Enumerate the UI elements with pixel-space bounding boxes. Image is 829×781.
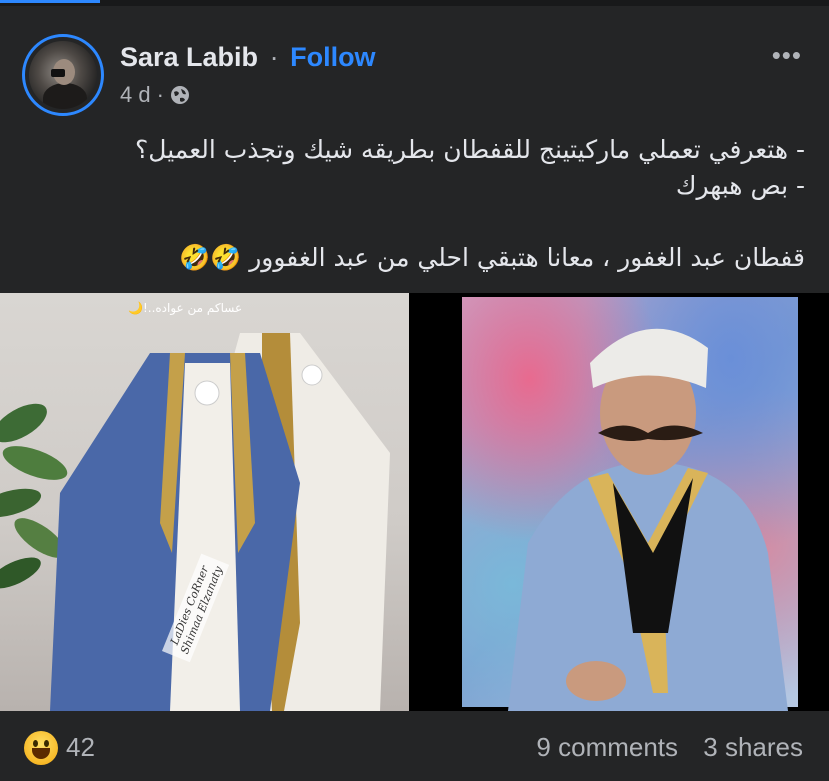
author-avatar[interactable] (22, 34, 104, 116)
image-caption: عساكم من عواده..!🌙 (128, 301, 243, 315)
shares-count[interactable]: 3 shares (703, 732, 803, 762)
post-text-line: - هتعرفي تعملي ماركيتينج للقفطان بطريقه … (135, 135, 805, 164)
more-options-button[interactable]: ••• (772, 40, 802, 71)
follow-button[interactable]: Follow (290, 42, 375, 72)
author-row: Sara Labib · Follow (120, 42, 376, 73)
post-text-blank-line (25, 204, 805, 240)
reaction-count[interactable]: 42 (66, 732, 95, 763)
post-timestamp[interactable]: 4 d (120, 82, 151, 108)
engagement-stats: 9 comments 3 shares (536, 732, 803, 763)
active-tab-indicator (0, 0, 100, 3)
hand-shape (566, 661, 626, 701)
portrait-illustration (508, 328, 788, 711)
post-text-line: قفطان عبد الغفور ، معانا هتبقي احلي من ع… (179, 243, 805, 272)
portrait-photo[interactable] (418, 293, 829, 711)
emoji-mouth (32, 748, 50, 759)
post-footer: 42 9 comments 3 shares (0, 715, 829, 781)
caftan-illustration (0, 333, 390, 711)
meta-separator: · (156, 82, 164, 107)
tag-circle (194, 380, 220, 406)
haha-emoji-icon[interactable] (24, 731, 58, 765)
author-name[interactable]: Sara Labib (120, 42, 258, 72)
post-header: Sara Labib · Follow 4 d · ••• (22, 34, 812, 116)
top-bar (0, 0, 829, 6)
avatar-phone-shape (51, 69, 65, 77)
avatar-body-shape (43, 83, 87, 109)
post-media-grid: عساكم من عواده..!🌙 LaDies CoRner Shimaa … (0, 293, 829, 711)
post-message: - هتعرفي تعملي ماركيتينج للقفطان بطريقه … (25, 132, 805, 276)
post-text-line: - بص هبهرك (675, 171, 805, 200)
separator-dot: · (269, 42, 279, 72)
avatar-image (29, 41, 97, 109)
emoji-eye (33, 740, 38, 747)
comments-count[interactable]: 9 comments (536, 732, 678, 762)
caftan-photo[interactable]: عساكم من عواده..!🌙 LaDies CoRner Shimaa … (0, 293, 409, 711)
emoji-eye (44, 740, 49, 747)
tag-circle (301, 364, 323, 386)
post-meta: 4 d · (120, 82, 190, 108)
globe-icon[interactable] (170, 85, 190, 105)
